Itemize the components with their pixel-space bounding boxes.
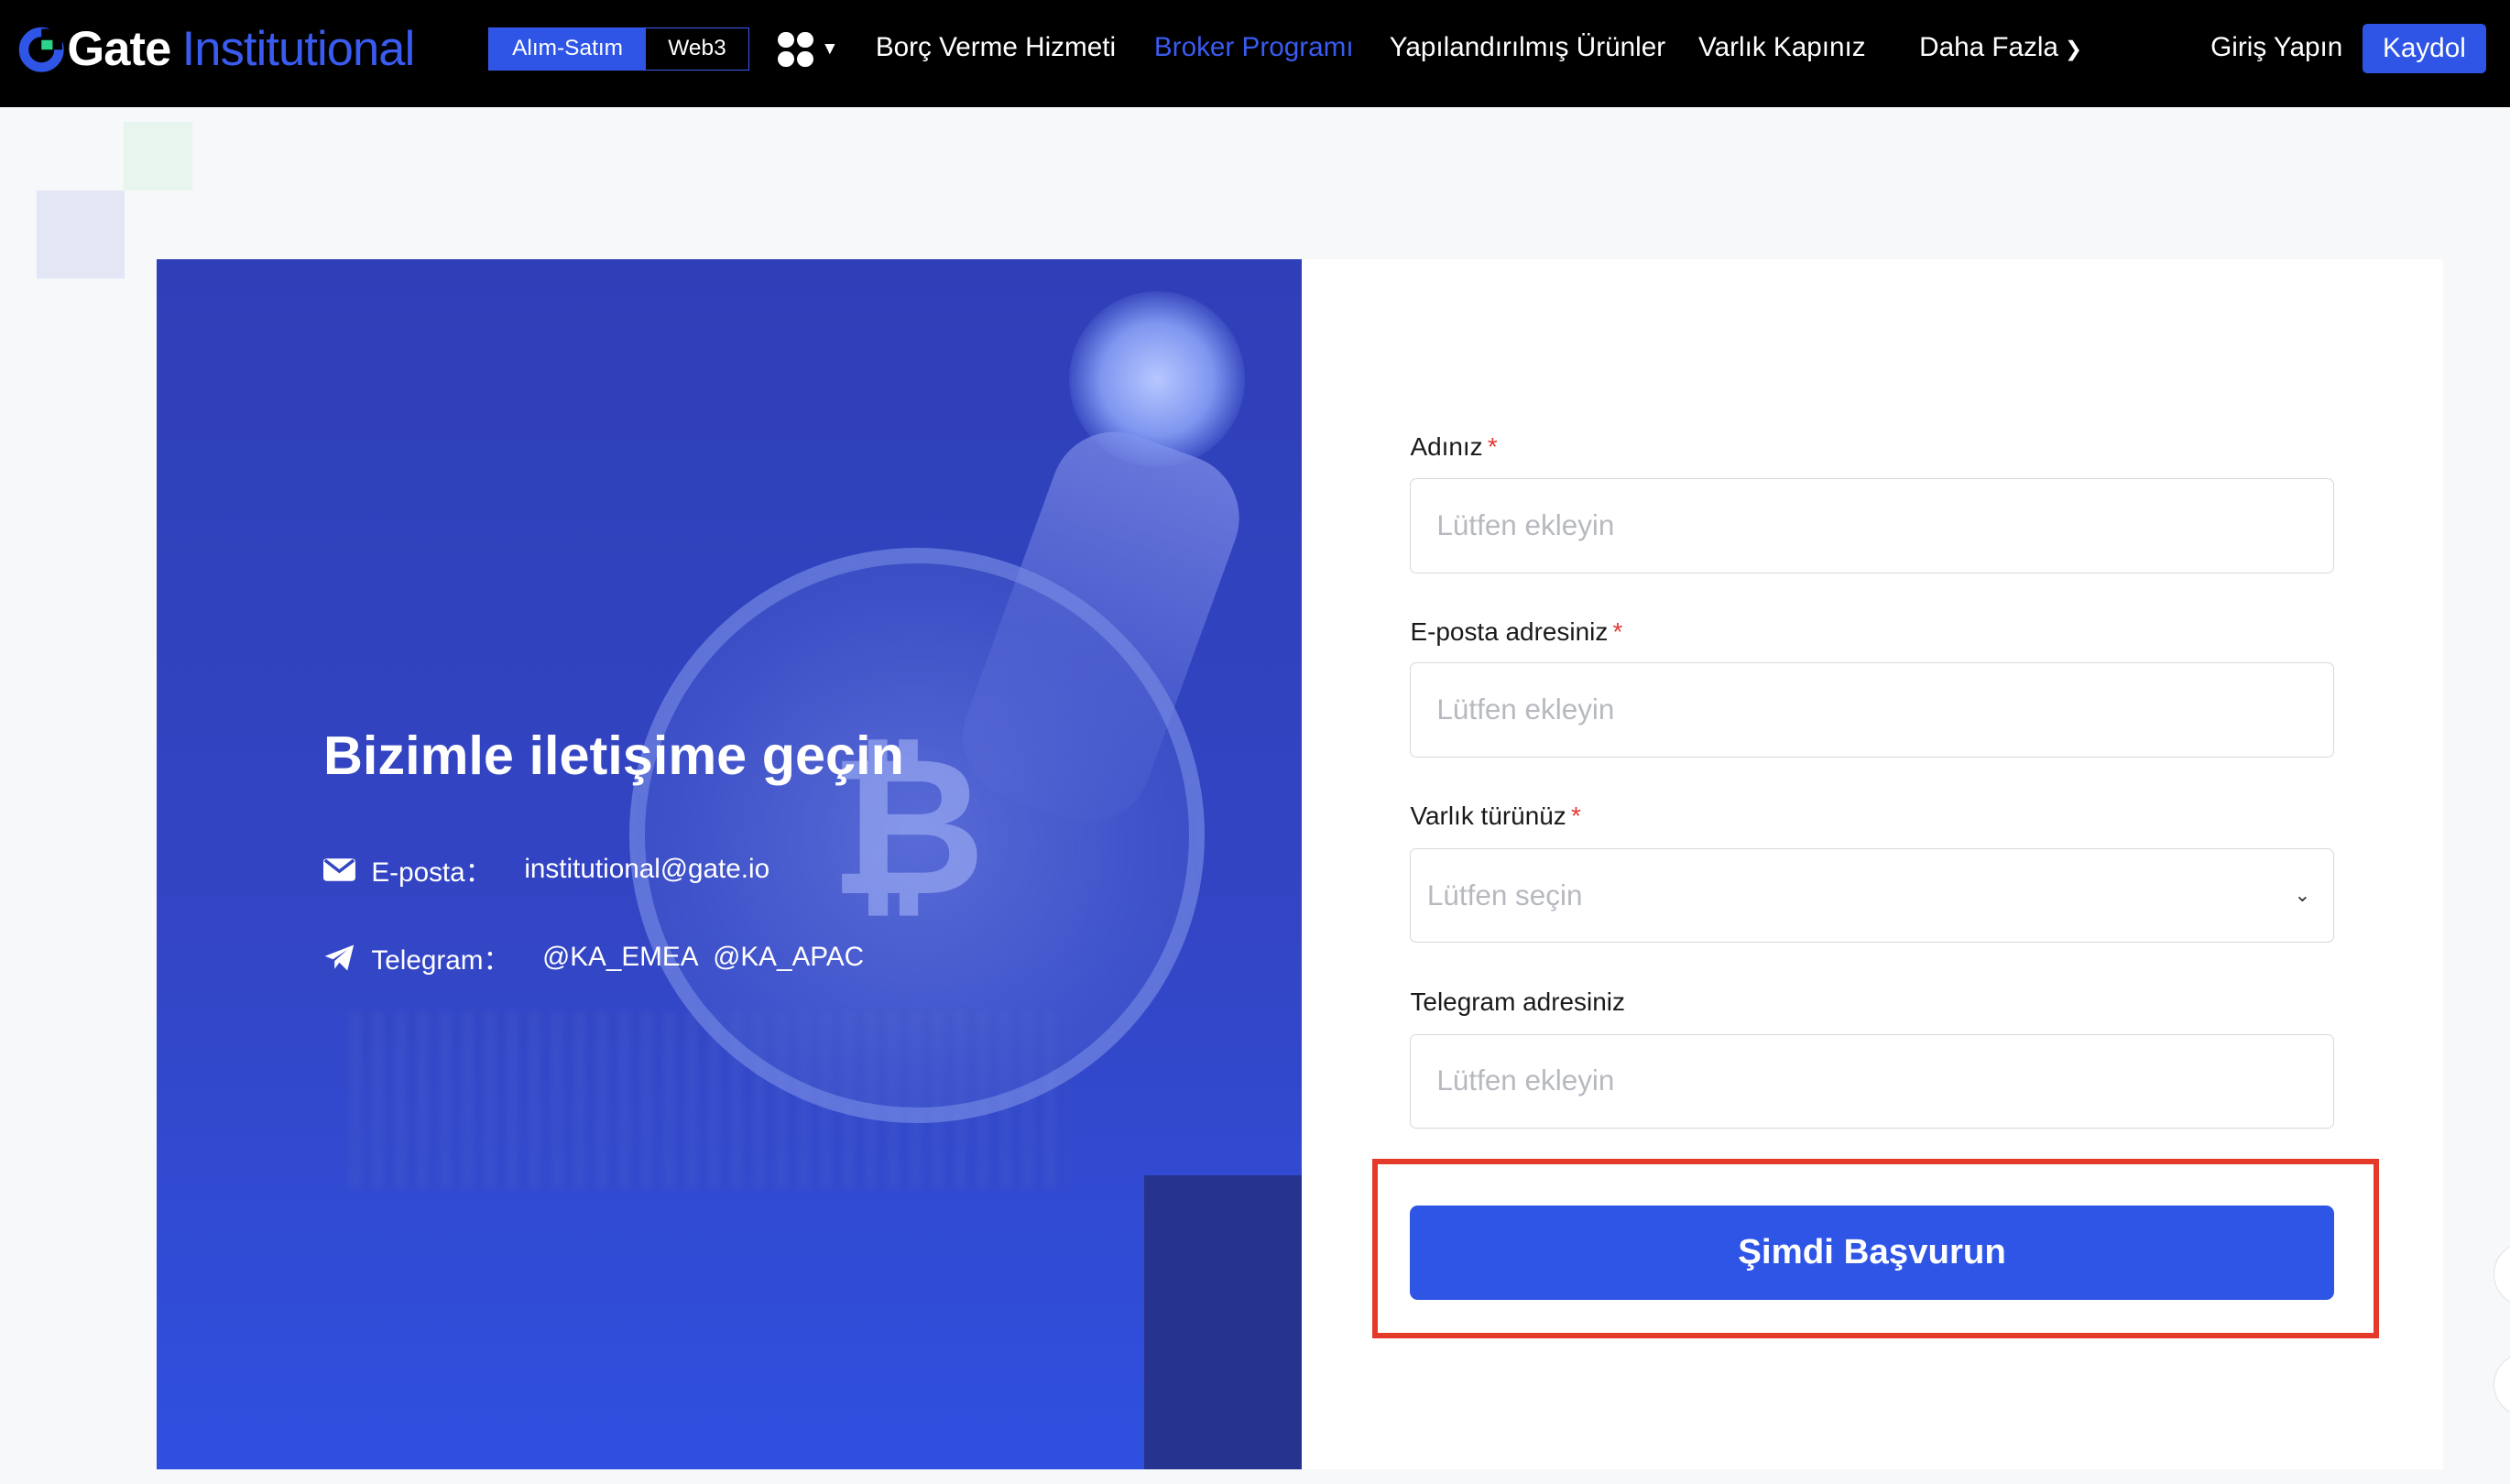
chevron-right-icon: ❯: [2064, 36, 2082, 60]
telegram-handle-emea[interactable]: @KA_EMEA: [542, 942, 698, 973]
top-navigation-bar: Gate Institutional Alım-Satım Web3 ▼ Bor…: [0, 0, 2510, 108]
name-label-text: Adınız: [1410, 431, 1483, 461]
chevron-down-icon: ⌄: [2294, 885, 2311, 907]
nav-item-more-label: Daha Fazla: [1919, 31, 2058, 62]
asset-type-select[interactable]: Lütfen seçin ⌄: [1410, 848, 2334, 944]
mail-icon: [322, 858, 355, 881]
name-input[interactable]: [1433, 507, 2333, 544]
asset-type-label-text: Varlık türünüz: [1410, 802, 1566, 831]
email-label: E-posta：: [371, 857, 493, 888]
mode-switch: Alım-Satım Web3: [487, 27, 749, 71]
asset-type-field-label: Varlık türünüz *: [1410, 802, 1580, 831]
logo-word: Gate: [67, 23, 171, 77]
gate-institutional-logo[interactable]: Gate Institutional: [17, 22, 416, 77]
decorative-square-blue: [37, 190, 126, 279]
email-field[interactable]: [1410, 662, 2334, 758]
gate-logo-icon: [18, 27, 64, 72]
nav-item-more[interactable]: Daha Fazla ❯: [1919, 32, 2082, 63]
email-field-label: E-posta adresiniz *: [1410, 617, 1622, 647]
nav-item-broker-program[interactable]: Broker Programı: [1154, 32, 1354, 63]
nav-item-lending[interactable]: Borç Verme Hizmeti: [876, 32, 1116, 63]
decorative-dark-block: [1144, 1174, 1302, 1470]
name-field[interactable]: [1410, 478, 2334, 573]
decorative-square-green: [123, 121, 192, 191]
apply-now-button[interactable]: Şimdi Başvurun: [1410, 1205, 2334, 1300]
web3-mode-tab[interactable]: Web3: [646, 28, 748, 70]
nav-item-structured-products[interactable]: Yapılandırılmış Ürünler: [1390, 32, 1665, 63]
asset-type-placeholder: Lütfen seçin: [1426, 878, 1583, 911]
email-label-text: E-posta adresiniz: [1410, 617, 1609, 647]
email-value[interactable]: institutional@gate.io: [524, 854, 769, 885]
telegram-field-label: Telegram adresiniz: [1410, 988, 1624, 1017]
caret-down-icon: ▼: [821, 39, 839, 60]
telegram-field[interactable]: [1410, 1033, 2334, 1129]
floating-side-button[interactable]: [2494, 1241, 2510, 1306]
contact-title: Bizimle iletişime geçin: [322, 724, 904, 786]
nav-item-asset-gateway[interactable]: Varlık Kapınız: [1698, 32, 1866, 63]
required-mark: *: [1612, 617, 1623, 647]
email-input[interactable]: [1433, 692, 2333, 728]
telegram-handle-apac[interactable]: @KA_APAC: [713, 942, 864, 973]
trade-mode-tab[interactable]: Alım-Satım: [488, 27, 647, 70]
light-glow: [1069, 291, 1246, 468]
telegram-label: Telegram：: [371, 944, 511, 976]
required-mark: *: [1487, 431, 1498, 461]
contact-telegram-row: Telegram： @KA_EMEA @KA_APAC: [323, 938, 878, 977]
telegram-input[interactable]: [1433, 1063, 2333, 1100]
login-link[interactable]: Giriş Yapın: [2210, 32, 2342, 63]
logo-suffix: Institutional: [181, 23, 416, 77]
telegram-label-text: Telegram adresiniz: [1410, 988, 1625, 1017]
apps-menu-button[interactable]: ▼: [778, 31, 839, 68]
signup-button[interactable]: Kaydol: [2363, 24, 2486, 74]
required-mark: *: [1570, 802, 1581, 831]
apps-grid-icon: [778, 31, 813, 68]
telegram-icon: [324, 944, 355, 971]
floating-side-button[interactable]: [2494, 1352, 2510, 1417]
contact-email-row: E-posta： institutional@gate.io: [322, 850, 784, 889]
name-field-label: Adınız *: [1410, 432, 1497, 462]
